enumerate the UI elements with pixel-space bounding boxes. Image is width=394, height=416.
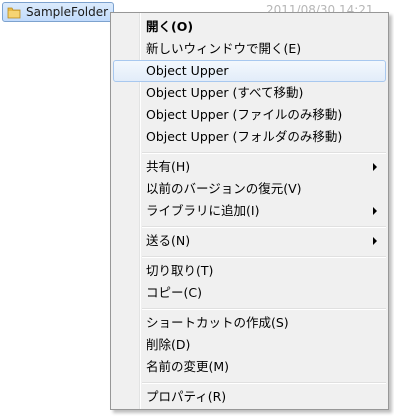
menu-item-rename[interactable]: 名前の変更(M): [113, 356, 386, 378]
menu-item-label: 新しいウィンドウで開く(E): [146, 41, 302, 56]
folder-name: SampleFolder: [26, 5, 109, 19]
menu-item-label: 削除(D): [146, 337, 191, 352]
menu-item-label: Object Upper (ファイルのみ移動): [146, 107, 343, 122]
menu-item-label: 名前の変更(M): [146, 359, 230, 374]
menu-item-include-in-library[interactable]: ライブラリに追加(I): [113, 200, 386, 222]
menu-item-object-upper[interactable]: Object Upper: [113, 60, 386, 82]
menu-separator: [142, 152, 386, 154]
folder-item-samplefolder[interactable]: SampleFolder: [2, 2, 114, 22]
menu-separator: [142, 382, 386, 384]
menu-item-label: 共有(H): [146, 159, 191, 174]
menu-item-object-upper-files[interactable]: Object Upper (ファイルのみ移動): [113, 104, 386, 126]
menu-item-label: 切り取り(T): [146, 263, 214, 278]
menu-item-create-shortcut[interactable]: ショートカットの作成(S): [113, 312, 386, 334]
menu-item-object-upper-all[interactable]: Object Upper (すべて移動): [113, 82, 386, 104]
desktop-stage: SampleFolder 2011/08/30 14:21 開く(O) 新しいウ…: [0, 0, 394, 416]
submenu-arrow-icon: [373, 207, 377, 215]
menu-item-label: 送る(N): [146, 233, 191, 248]
menu-item-properties[interactable]: プロパティ(R): [113, 386, 386, 408]
menu-item-object-upper-folders[interactable]: Object Upper (フォルダのみ移動): [113, 126, 386, 148]
menu-item-delete[interactable]: 削除(D): [113, 334, 386, 356]
menu-item-label: 開く(O): [146, 19, 194, 34]
menu-item-open[interactable]: 開く(O): [113, 16, 386, 38]
menu-item-label: プロパティ(R): [146, 389, 227, 404]
folder-icon: [7, 7, 21, 19]
menu-item-label: ショートカットの作成(S): [146, 315, 289, 330]
menu-item-copy[interactable]: コピー(C): [113, 282, 386, 304]
menu-item-label: 以前のバージョンの復元(V): [146, 181, 302, 196]
menu-item-label: コピー(C): [146, 285, 202, 300]
menu-item-label: ライブラリに追加(I): [146, 203, 260, 218]
menu-item-label: Object Upper (すべて移動): [146, 85, 304, 100]
menu-item-open-new-window[interactable]: 新しいウィンドウで開く(E): [113, 38, 386, 60]
menu-item-share[interactable]: 共有(H): [113, 156, 386, 178]
menu-item-label: Object Upper (フォルダのみ移動): [146, 129, 343, 144]
submenu-arrow-icon: [373, 163, 377, 171]
menu-item-restore-previous-versions[interactable]: 以前のバージョンの復元(V): [113, 178, 386, 200]
menu-item-send-to[interactable]: 送る(N): [113, 230, 386, 252]
menu-separator: [142, 308, 386, 310]
menu-item-label: Object Upper: [146, 63, 229, 78]
context-menu: 開く(O) 新しいウィンドウで開く(E) Object Upper Object…: [110, 12, 389, 410]
menu-separator: [142, 226, 386, 228]
menu-item-cut[interactable]: 切り取り(T): [113, 260, 386, 282]
menu-separator: [142, 256, 386, 258]
submenu-arrow-icon: [373, 237, 377, 245]
